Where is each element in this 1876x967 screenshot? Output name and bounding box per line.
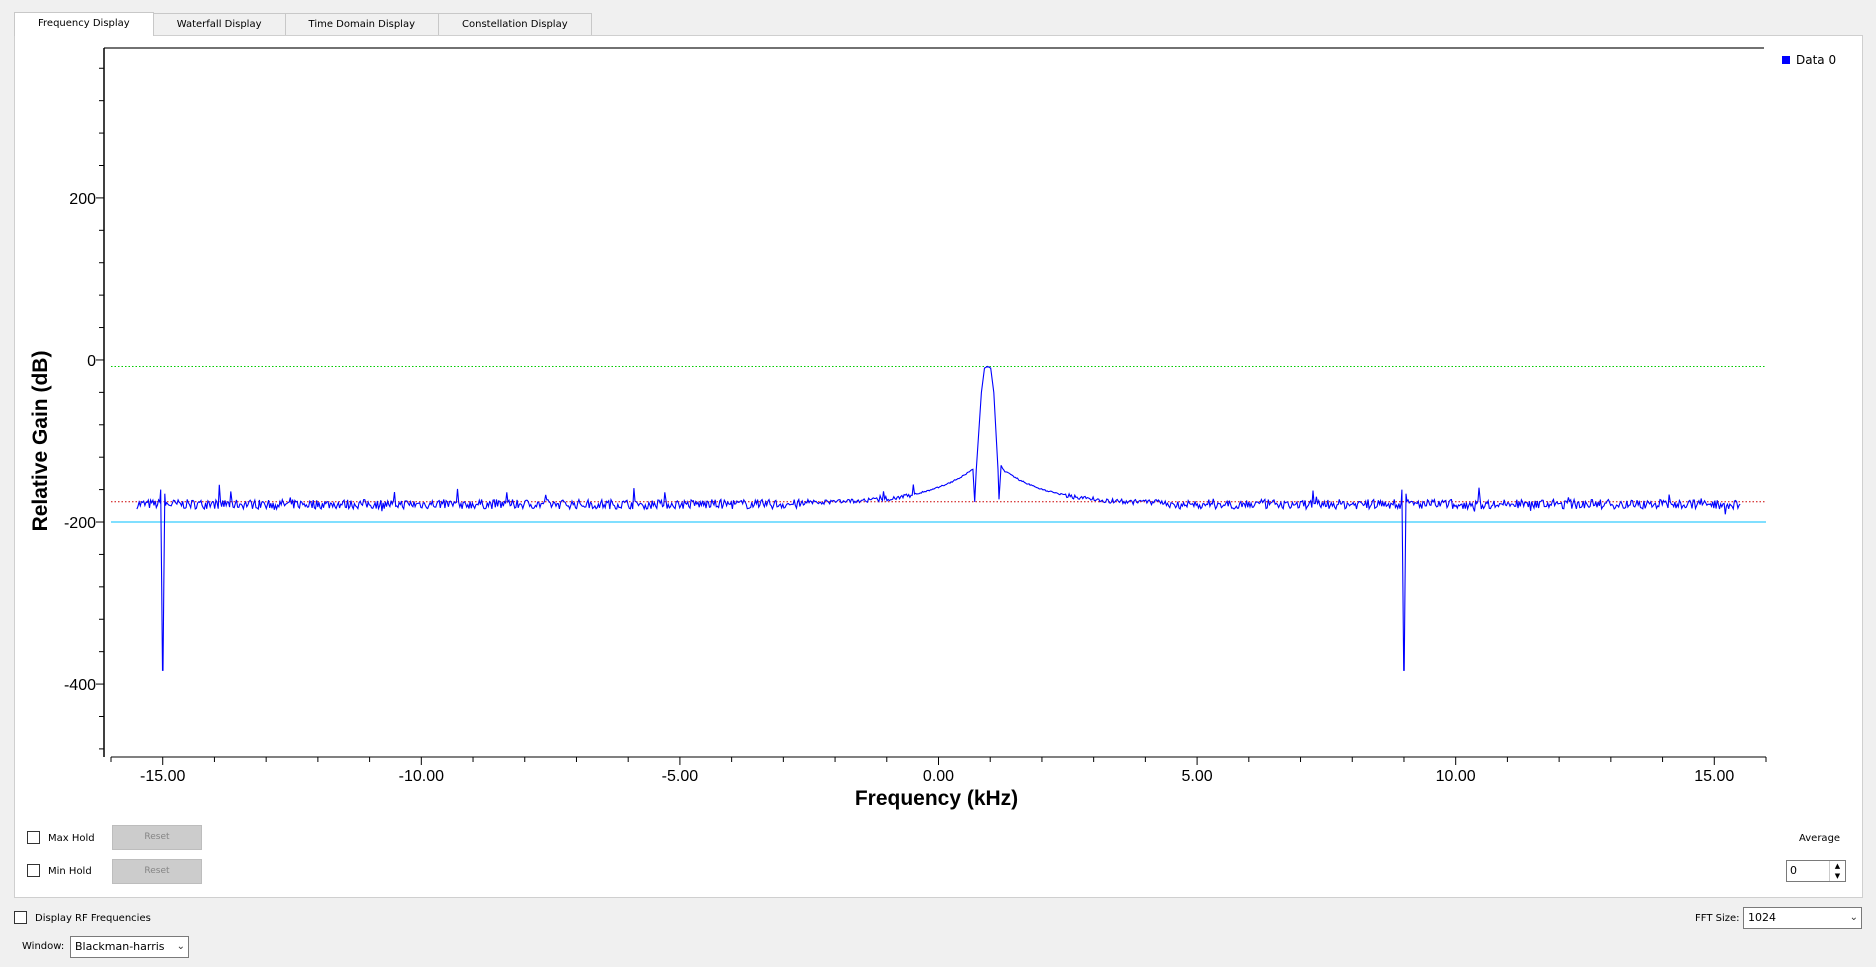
average-value: 0	[1790, 864, 1797, 877]
display-rf-checkbox[interactable]	[14, 911, 27, 924]
display-rf-label: Display RF Frequencies	[35, 913, 151, 924]
y-tick-label: 200	[69, 191, 96, 208]
spin-up-icon[interactable]: ▲	[1830, 861, 1845, 871]
average-spin-arrows[interactable]: ▲ ▼	[1829, 861, 1845, 881]
window-value: Blackman-harris	[75, 940, 165, 953]
x-tick-label: -5.00	[662, 768, 699, 785]
tab-frequency-display[interactable]: Frequency Display	[14, 12, 154, 36]
legend-swatch	[1782, 56, 1790, 64]
min-hold-reset-button[interactable]: Reset	[112, 859, 202, 884]
plot-axes	[96, 47, 1767, 765]
series-group	[136, 365, 1741, 671]
window-label: Window:	[22, 941, 65, 952]
legend[interactable]: Data 0	[1782, 53, 1836, 67]
fft-size-select[interactable]: 1024 ⌄	[1743, 907, 1862, 929]
reference-lines	[111, 365, 1766, 523]
series-data-0	[136, 365, 1741, 671]
fft-size-value: 1024	[1748, 911, 1776, 924]
x-tick-label: 5.00	[1182, 768, 1213, 785]
window-select[interactable]: Blackman-harris ⌄	[70, 936, 189, 958]
fft-size-label: FFT Size:	[1695, 913, 1740, 924]
min-hold-checkbox[interactable]	[27, 864, 40, 877]
x-axis-title: Frequency (kHz)	[855, 787, 1018, 810]
min-hold-label: Min Hold	[48, 866, 92, 877]
frequency-plot[interactable]: 200 0 -200 -400 -15.00 -10.00 -5.00 0.00 5.00 10.…	[0, 0, 1876, 830]
x-tick-label: 10.00	[1436, 768, 1476, 785]
spin-down-icon[interactable]: ▼	[1830, 871, 1845, 881]
y-tick-label: 0	[87, 353, 96, 370]
chevron-down-icon: ⌄	[176, 941, 185, 952]
average-label: Average	[1799, 833, 1841, 844]
chevron-down-icon: ⌄	[1849, 912, 1858, 923]
legend-label: Data 0	[1796, 53, 1837, 67]
y-axis-title: Relative Gain (dB)	[29, 351, 52, 532]
max-hold-reset-button[interactable]: Reset	[112, 825, 202, 850]
x-tick-label: 15.00	[1694, 768, 1734, 785]
y-tick-label: -400	[64, 677, 96, 694]
x-tick-label: -15.00	[140, 768, 185, 785]
y-tick-label: -200	[64, 515, 96, 532]
x-tick-label: 0.00	[923, 768, 954, 785]
average-spinbox[interactable]: 0 ▲ ▼	[1786, 860, 1846, 882]
max-hold-checkbox[interactable]	[27, 831, 40, 844]
x-tick-label: -10.00	[399, 768, 444, 785]
max-hold-label: Max Hold	[48, 833, 95, 844]
